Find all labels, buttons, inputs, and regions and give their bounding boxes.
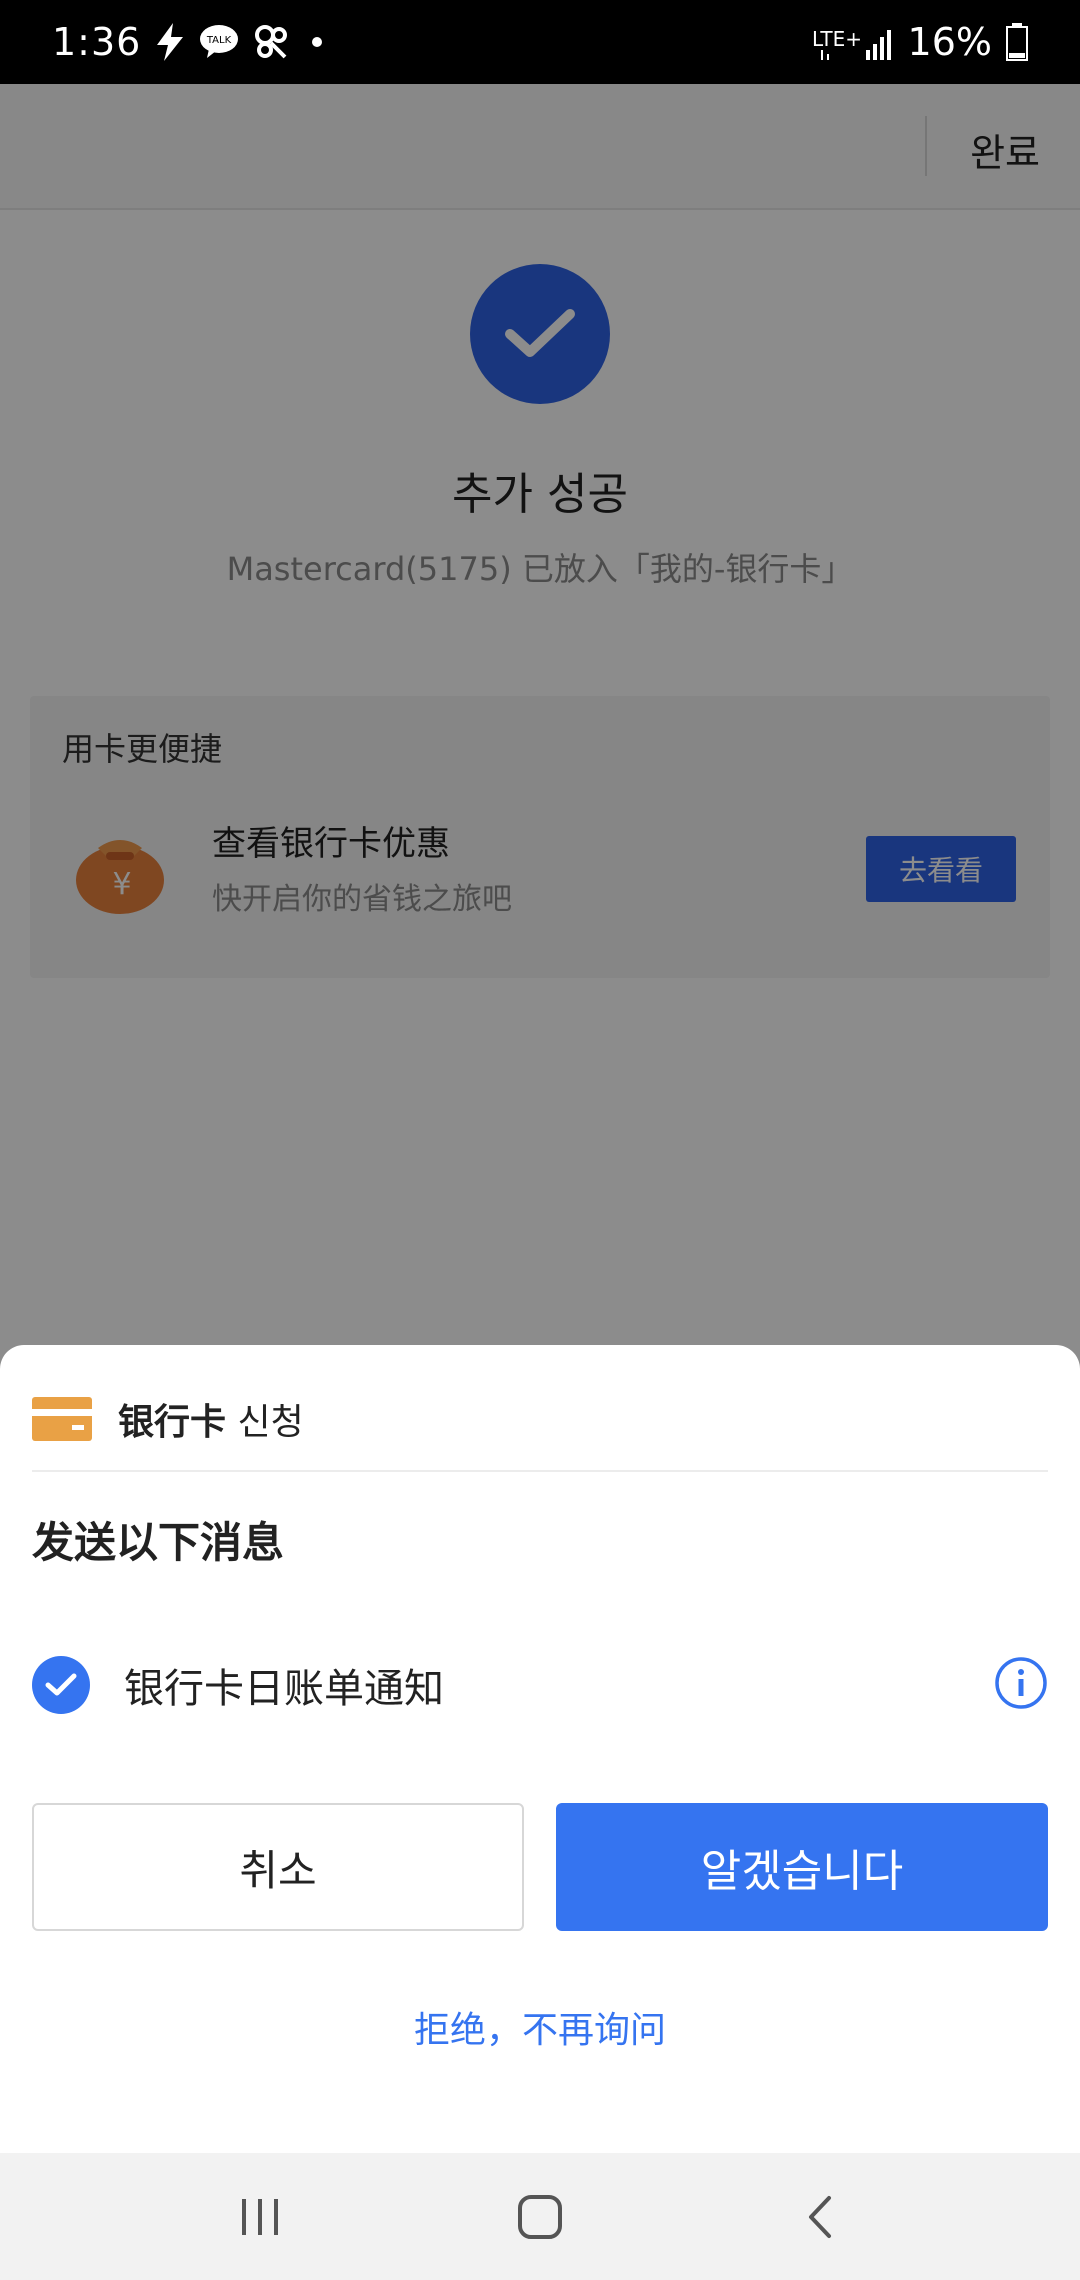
back-icon xyxy=(809,2195,831,2238)
status-bar: 1:36 TALK LTE+ 16% xyxy=(0,0,1080,84)
check-icon xyxy=(45,1673,77,1696)
home-icon xyxy=(518,2194,562,2239)
sheet-app-name: 银行卡 xyxy=(118,1402,227,1443)
home-button[interactable] xyxy=(500,2177,580,2257)
screen: 1:36 TALK LTE+ 16% 완료 추가 성공 Mastercard(5… xyxy=(0,0,1080,2280)
kakaotalk-icon: TALK xyxy=(199,24,239,60)
confirm-button[interactable]: 알겠습니다 xyxy=(556,1803,1048,1931)
sheet-divider xyxy=(32,1470,1048,1472)
info-icon[interactable] xyxy=(994,1656,1048,1710)
network-label: LTE+ xyxy=(812,27,862,51)
battery-percent: 16% xyxy=(907,20,992,64)
battery-icon xyxy=(1006,23,1028,61)
navigation-bar xyxy=(0,2153,1080,2280)
recents-button[interactable] xyxy=(220,2177,300,2257)
reject-link[interactable]: 拒绝，不再询问 xyxy=(0,2001,1080,2053)
recents-icon xyxy=(242,2198,278,2235)
cancel-button[interactable]: 취소 xyxy=(32,1803,524,1931)
back-button[interactable] xyxy=(780,2177,860,2257)
status-bar-right: LTE+ 16% xyxy=(812,20,1028,64)
bank-card-icon xyxy=(32,1397,92,1441)
permission-label: 银行卡日账单通知 xyxy=(124,1666,444,1712)
sheet-request-label: 신청 xyxy=(237,1402,304,1443)
status-bar-left: 1:36 TALK xyxy=(52,20,329,64)
permission-row[interactable]: 银行卡日账单通知 xyxy=(32,1645,1048,1725)
sheet-header: 银行卡 신청 xyxy=(32,1379,1048,1459)
permission-sheet: 银行卡 신청 发送以下消息 银行卡日账单通知 취소 알겠습니다 拒绝，不再询问 xyxy=(0,1345,1080,2153)
sheet-title: 发送以下消息 xyxy=(32,1518,285,1567)
permission-checkbox[interactable] xyxy=(32,1656,90,1714)
svg-text:TALK: TALK xyxy=(206,35,232,46)
pinwheel-icon xyxy=(253,23,291,61)
flash-icon xyxy=(155,23,185,61)
sheet-app-title: 银行卡 신청 xyxy=(118,1393,304,1445)
dot-icon xyxy=(305,30,329,54)
signal-icon: LTE+ xyxy=(812,22,894,62)
status-time: 1:36 xyxy=(52,20,142,64)
